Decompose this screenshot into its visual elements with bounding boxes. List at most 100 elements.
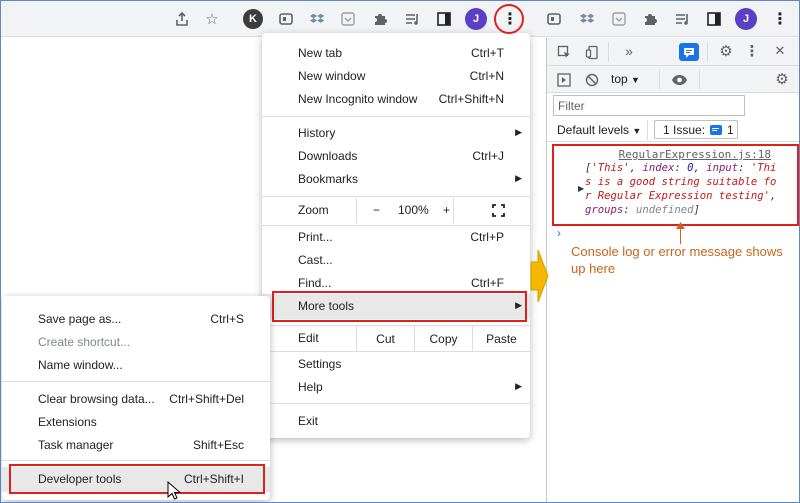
menu-item-history[interactable]: History ▶ (262, 122, 530, 145)
dropbox-icon[interactable] (306, 8, 328, 30)
more-tabs-icon[interactable]: » (620, 42, 638, 60)
menu-item-settings[interactable]: Settings (262, 353, 530, 376)
context-selector[interactable]: top ▼ (611, 72, 640, 86)
filter-row: Filter (547, 93, 799, 119)
toolbar-separator (659, 70, 660, 89)
star-icon[interactable]: ☆ (201, 8, 223, 30)
settings-gear-icon[interactable]: ⚙ (717, 42, 735, 60)
devtools-tabbar: » ⚙ ⋮ ✕ (547, 38, 799, 66)
menu-item-exit[interactable]: Exit (262, 410, 530, 433)
paste-button[interactable]: Paste (472, 326, 530, 351)
menu-separator (262, 403, 530, 404)
clear-console-icon[interactable] (583, 71, 601, 89)
console-prompt-chevron-icon[interactable]: › (557, 226, 561, 240)
menu-label: Create shortcut... (38, 335, 131, 349)
sidebar-toggle-icon[interactable] (555, 71, 573, 89)
menu-edit-row: Edit Cut Copy Paste (262, 326, 530, 351)
side-panel-icon[interactable] (433, 8, 455, 30)
more-tools-submenu: Save page as... Ctrl+S Create shortcut...… (2, 296, 270, 500)
log-key-index: index (642, 162, 675, 174)
toolbar-separator-2 (699, 70, 700, 89)
inspect-element-icon[interactable] (555, 43, 573, 61)
menu-item-new-window[interactable]: New window Ctrl+N (262, 65, 530, 88)
kebab-menu-icon-2[interactable]: ⋮ (769, 8, 791, 30)
device-toolbar-icon[interactable] (583, 43, 601, 61)
submenu-item-create-shortcut: Create shortcut... (2, 331, 270, 354)
menu-label: Task manager (38, 438, 114, 452)
puzzle-icon[interactable] (369, 8, 391, 30)
console-settings-icon[interactable]: ⚙ (773, 70, 791, 88)
menu-label: New tab (298, 46, 343, 60)
side-panel-icon-2[interactable] (703, 8, 725, 30)
filter-placeholder: Filter (558, 99, 585, 113)
mouse-cursor-icon (167, 481, 181, 500)
expand-triangle-icon[interactable]: ▶ (578, 184, 584, 193)
messages-badge-icon[interactable] (679, 43, 699, 61)
profile-letter: J (472, 13, 480, 25)
issues-button[interactable]: 1 Issue: 1 (654, 120, 738, 139)
devtools-menu-icon[interactable]: ⋮ (745, 42, 760, 60)
puzzle-icon-2[interactable] (639, 8, 661, 30)
pocket-icon[interactable] (337, 8, 359, 30)
close-icon[interactable]: ✕ (771, 42, 789, 60)
menu-zoom-row: Zoom − 100% + (262, 198, 530, 223)
menu-item-new-tab[interactable]: New tab Ctrl+T (262, 42, 530, 65)
paste-label: Paste (486, 331, 517, 346)
menu-label: Cast... (298, 253, 333, 267)
zoom-level: 100% (398, 203, 429, 217)
menu-item-downloads[interactable]: Downloads Ctrl+J (262, 145, 530, 168)
menu-item-bookmarks[interactable]: Bookmarks ▶ (262, 168, 530, 191)
reading-list-icon[interactable] (401, 8, 423, 30)
submenu-item-clear-browsing-data[interactable]: Clear browsing data... Ctrl+Shift+Del (2, 388, 270, 411)
menu-item-new-incognito[interactable]: New Incognito window Ctrl+Shift+N (262, 88, 530, 111)
menu-shortcut: Ctrl+S (210, 312, 244, 326)
submenu-item-save-page[interactable]: Save page as... Ctrl+S (2, 308, 270, 331)
share-icon[interactable] (171, 8, 193, 30)
menu-label: Name window... (38, 358, 123, 372)
menu-label: Bookmarks (298, 172, 359, 186)
annotation-arrowhead-icon (676, 222, 685, 229)
console-toolbar: top ▼ ⚙ (547, 66, 799, 93)
menu-item-cast[interactable]: Cast... (262, 249, 530, 272)
menu-shortcut: Ctrl+P (470, 230, 504, 244)
zoom-out-button[interactable]: − (373, 203, 380, 217)
profile-avatar[interactable]: J (465, 8, 487, 30)
filter-input[interactable]: Filter (553, 95, 745, 116)
profile-avatar-2[interactable]: J (735, 8, 757, 30)
default-levels-dropdown[interactable]: Default levels ▼ (557, 123, 641, 137)
log-source-link[interactable]: RegularExpression.js:18 (619, 148, 771, 161)
log-key-groups: groups (585, 204, 624, 216)
issues-label: 1 Issue: (663, 122, 706, 137)
reading-list-icon-2[interactable] (671, 8, 693, 30)
cut-button[interactable]: Cut (356, 326, 414, 351)
console-log-message[interactable]: ['This', index: 0, input: 'This is a goo… (585, 161, 780, 217)
submenu-item-name-window[interactable]: Name window... (2, 354, 270, 377)
menu-item-help[interactable]: Help ▶ (262, 376, 530, 399)
submenu-item-extensions[interactable]: Extensions (2, 411, 270, 434)
devtools-panel: » ⚙ ⋮ ✕ top ▼ ⚙ Filter Default levels ▼ … (547, 38, 799, 502)
submenu-arrow-icon: ▶ (515, 173, 522, 183)
zoom-in-button[interactable]: + (443, 203, 450, 217)
k-letter: K (249, 13, 257, 25)
log-value-0: 'This' (591, 162, 630, 174)
pocket-icon-2[interactable] (608, 8, 630, 30)
cut-label: Cut (376, 331, 395, 346)
fullscreen-icon[interactable] (492, 204, 505, 217)
extension-icon[interactable] (275, 8, 297, 30)
menu-item-print[interactable]: Print... Ctrl+P (262, 226, 530, 249)
submenu-item-task-manager[interactable]: Task manager Shift+Esc (2, 434, 270, 457)
menu-label: History (298, 126, 336, 140)
menu-label: Help (298, 380, 323, 394)
dropbox-icon-2[interactable] (576, 8, 598, 30)
copy-button[interactable]: Copy (414, 326, 472, 351)
menu-label: Print... (298, 230, 333, 244)
menu-shortcut: Ctrl+Shift+Del (169, 392, 244, 406)
live-expression-eye-icon[interactable] (669, 71, 689, 89)
menu-shortcut: Ctrl+T (471, 46, 504, 60)
k-extension-icon[interactable]: K (243, 9, 263, 29)
menu-label: Exit (298, 414, 319, 428)
console-output: RegularExpression.js:18 ▶ ['This', index… (547, 142, 799, 502)
extension-icon-2[interactable] (543, 8, 565, 30)
menu-label: New Incognito window (298, 92, 418, 106)
menu-label: Downloads (298, 149, 358, 163)
